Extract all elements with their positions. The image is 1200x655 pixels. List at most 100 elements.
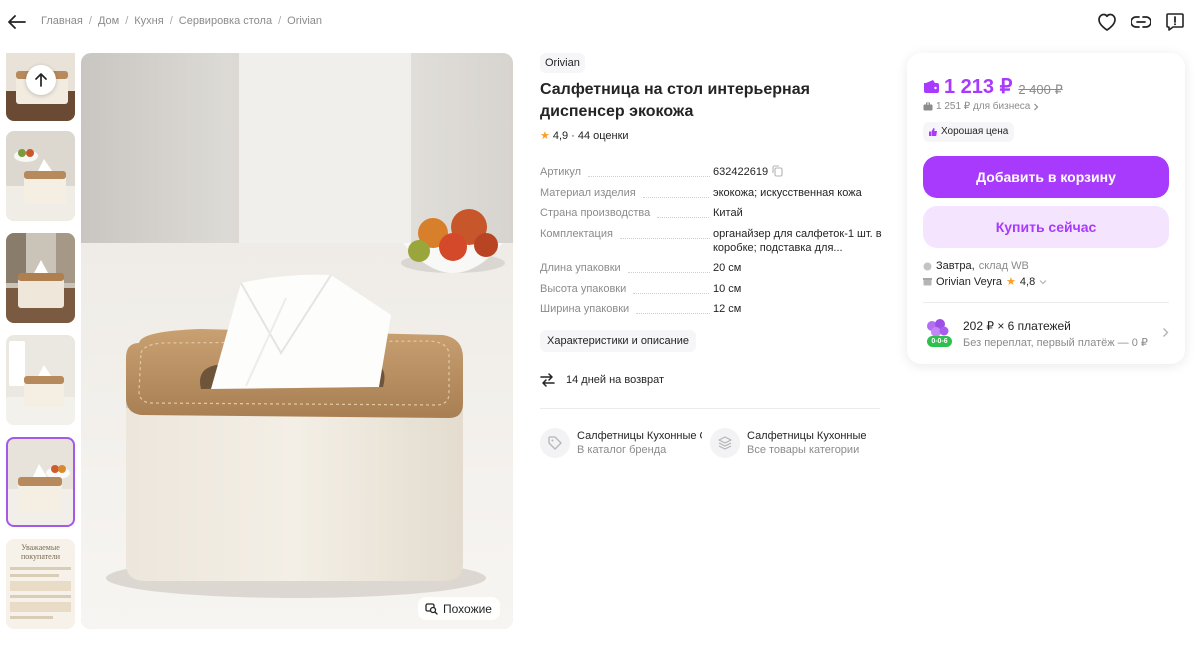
thumbnail-image (6, 437, 75, 527)
thumbnail-5-active[interactable] (6, 437, 75, 527)
thumbnail-image (6, 131, 75, 221)
spec-name: Комплектация (540, 227, 710, 241)
category-link[interactable]: Салфетницы Кухонные Все товары категории (710, 428, 872, 458)
breadcrumb-item-brand[interactable]: Orivian (287, 15, 322, 27)
spec-value: 12 см (713, 303, 742, 315)
thumbnail-card-line (10, 616, 53, 619)
thumbnail-info-card: Уважаемые покупатели (6, 539, 75, 629)
reviews-count: 44 оценки (577, 129, 629, 142)
return-policy[interactable]: 14 дней на возврат (540, 373, 664, 387)
characteristics-button[interactable]: Характеристики и описание (540, 330, 696, 352)
breadcrumb-item-home[interactable]: Главная (41, 15, 83, 27)
installment-title: 202 ₽ × 6 платежей (963, 319, 1071, 333)
breadcrumb-item-table-setting[interactable]: Сервировка стола (179, 15, 272, 27)
top-actions (1096, 11, 1186, 33)
similar-products-button[interactable]: Похожие (418, 597, 500, 620)
installment-badge-icon (927, 319, 952, 347)
delivery-warehouse: склад WB (978, 260, 1029, 272)
article-number: 632422619 (713, 166, 769, 178)
seller-info[interactable]: Orivian Veyra ★ 4,8 (923, 275, 1047, 288)
spec-value: 10 см (713, 283, 742, 295)
brand-chip[interactable]: Orivian (540, 53, 585, 73)
chevron-right-icon (1163, 328, 1169, 337)
thumbnail-4[interactable] (6, 335, 75, 425)
business-price-text: 1 251 ₽ для бизнеса (936, 101, 1031, 112)
thumbnails-scroll-up-button[interactable] (26, 65, 56, 95)
wallet-icon (924, 80, 939, 93)
brand-catalog-title: Салфетницы Кухонные Orivian (577, 430, 702, 442)
brand-catalog-icon-circle (540, 428, 570, 458)
breadcrumb-separator: / (278, 15, 282, 27)
thumbnail-card-line (10, 567, 71, 570)
installment-subtitle: Без переплат, первый платёж — 0 ₽ (963, 337, 1148, 349)
spec-value: 20 см (713, 262, 742, 274)
similar-label: Похожие (443, 601, 492, 616)
pin-icon (923, 262, 932, 270)
report-icon (1166, 13, 1184, 31)
store-icon (923, 278, 932, 286)
brand-catalog-text: Салфетницы Кухонные Orivian В каталог бр… (577, 429, 702, 457)
chevron-right-icon (1034, 103, 1039, 110)
price-row: 1 213 ₽ 2 400 ₽ (923, 74, 1063, 99)
business-price[interactable]: 1 251 ₽ для бизнеса (923, 101, 1039, 112)
thumbnail-image (6, 335, 75, 425)
spec-value: органайзер для салфеток-1 шт. в коробке;… (713, 228, 882, 254)
good-price-text: Хорошая цена (941, 126, 1009, 137)
thumbnail-card-block (10, 581, 71, 591)
thumbnail-image (6, 233, 75, 323)
thumbnail-2[interactable] (6, 131, 75, 221)
brand-catalog-link[interactable]: Салфетницы Кухонные Orivian В каталог бр… (540, 428, 702, 458)
seller-rating: 4,8 (1019, 275, 1036, 288)
back-button[interactable] (6, 11, 28, 33)
search-similar-icon (425, 603, 438, 615)
thumbnail-card-line (10, 574, 59, 577)
main-product-image[interactable]: Похожие (81, 53, 513, 629)
spec-name: Материал изделия (540, 186, 710, 200)
thumbnail-card-line (10, 595, 71, 598)
briefcase-icon (923, 102, 933, 111)
copy-icon[interactable] (772, 165, 783, 177)
spec-value: экокожа; искусственная кожа (713, 187, 862, 199)
thumbnail-6[interactable]: Уважаемые покупатели (6, 539, 75, 629)
rating-value: 4,9 (552, 129, 569, 142)
chevron-down-icon (1039, 279, 1047, 284)
breadcrumb-item-home-goods[interactable]: Дом (98, 15, 119, 27)
report-button[interactable] (1164, 11, 1186, 33)
spec-name: Артикул (540, 165, 710, 179)
spec-name: Страна производства (540, 206, 710, 220)
buy-now-button[interactable]: Купить сейчас (923, 206, 1169, 248)
share-link-button[interactable] (1130, 11, 1152, 33)
favorite-button[interactable] (1096, 11, 1118, 33)
thumbs-up-icon (929, 128, 937, 136)
spec-value: Китай (713, 207, 743, 219)
arrow-left-icon (8, 15, 26, 29)
tag-icon (548, 436, 562, 450)
star-icon: ★ (540, 130, 550, 142)
category-text: Салфетницы Кухонные Все товары категории (747, 429, 872, 457)
breadcrumb-separator: / (88, 15, 92, 27)
seller-name: Orivian Veyra (936, 275, 1003, 288)
link-icon (1131, 16, 1151, 28)
add-to-cart-button[interactable]: Добавить в корзину (923, 156, 1169, 198)
old-price: 2 400 ₽ (1018, 82, 1063, 97)
good-price-badge: Хорошая цена (923, 122, 1015, 142)
thumbnail-list[interactable]: Уважаемые покупатели (6, 53, 75, 629)
current-price: 1 213 ₽ (923, 74, 1012, 99)
breadcrumb-item-kitchen[interactable]: Кухня (134, 15, 163, 27)
spec-name: Длина упаковки (540, 261, 710, 275)
layers-icon (718, 436, 732, 450)
rating-summary[interactable]: ★ 4,9 · 44 оценки (540, 129, 629, 143)
breadcrumb-separator: / (125, 15, 129, 27)
thumbnail-3[interactable] (6, 233, 75, 323)
spec-name: Высота упаковки (540, 282, 710, 296)
category-icon-circle (710, 428, 740, 458)
installment-offer[interactable]: 0-0-6 202 ₽ × 6 платежей Без переплат, п… (923, 316, 1169, 352)
return-arrows-icon (540, 373, 555, 387)
product-title: Салфетница на стол интерьерная диспенсер… (540, 81, 810, 120)
card-divider (923, 302, 1169, 303)
price-card: 1 213 ₽ 2 400 ₽ 1 251 ₽ для бизнеса Хоро… (907, 53, 1185, 364)
arrow-up-icon (35, 73, 47, 87)
brand-catalog-subtitle: В каталог бренда (577, 444, 667, 456)
section-divider (540, 408, 880, 409)
heart-icon (1098, 13, 1116, 31)
